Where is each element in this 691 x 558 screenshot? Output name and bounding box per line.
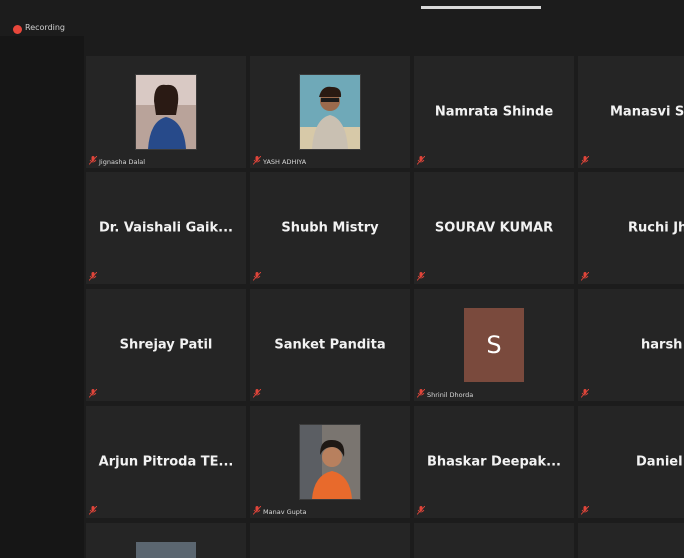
muted-mic-icon <box>89 272 97 281</box>
participant-name: Dr. Vaishali Gaik... <box>99 220 233 236</box>
muted-mic-icon <box>581 156 589 165</box>
muted-mic-icon <box>253 156 261 165</box>
participant-tile-yash-adhiya[interactable]: YASH ADHIYA <box>250 56 410 168</box>
participant-tile-jignasha-dalal[interactable]: Jignasha Dalal <box>86 56 246 168</box>
participant-tile[interactable]: Arjun Pitroda TE... <box>86 406 246 518</box>
muted-mic-icon <box>417 272 425 281</box>
participant-tile[interactable]: Sanket Pandita <box>250 289 410 401</box>
recording-icon <box>13 25 22 34</box>
participant-tile[interactable]: Namrata Shinde <box>414 56 574 168</box>
meeting-window: Recording Jignasha Dalal YASH ADHIYA Nam… <box>0 0 684 558</box>
muted-mic-icon <box>581 389 589 398</box>
participant-tile-shrinil-dhorda[interactable]: S Shrinil Dhorda <box>414 289 574 401</box>
participant-tile[interactable]: Shubh Mistry <box>250 172 410 284</box>
muted-mic-icon <box>253 389 261 398</box>
muted-mic-icon <box>89 156 97 165</box>
participant-name: Sanket Pandita <box>274 337 386 353</box>
participant-video-manav <box>299 424 361 500</box>
participant-name: Shrejay Patil <box>119 337 213 353</box>
muted-mic-icon <box>417 156 425 165</box>
muted-mic-icon <box>89 506 97 515</box>
participant-video-jignasha <box>135 74 197 150</box>
participant-video <box>136 542 196 558</box>
participant-label: Jignasha Dalal <box>99 158 146 166</box>
participant-tile-manav-gupta[interactable]: Manav Gupta <box>250 406 410 518</box>
participant-name: Daniel <box>636 454 683 470</box>
participant-name: SOURAV KUMAR <box>434 220 554 236</box>
participant-label: Shrinil Dhorda <box>427 391 474 399</box>
participant-name: Bhaskar Deepak... <box>427 454 561 470</box>
avatar: S <box>464 308 524 382</box>
participant-tile[interactable]: Bhaskar Deepak... <box>414 406 574 518</box>
participant-tile[interactable]: Ruchi Jha <box>578 172 684 284</box>
recording-label: Recording <box>25 23 66 32</box>
participant-tile[interactable]: Dr. Vaishali Gaik... <box>86 172 246 284</box>
participant-name: Manasvi Sab <box>610 104 684 120</box>
participant-name: harsh <box>641 337 683 353</box>
participant-tile[interactable]: Manasvi Sab <box>578 56 684 168</box>
muted-mic-icon <box>253 506 261 515</box>
participant-name: Arjun Pitroda TE... <box>98 454 234 470</box>
participant-tile[interactable]: Shrejay Patil <box>86 289 246 401</box>
muted-mic-icon <box>253 272 261 281</box>
participant-label: YASH ADHIYA <box>263 158 307 166</box>
participant-label: Manav Gupta <box>263 508 307 516</box>
participant-tile[interactable] <box>86 523 246 558</box>
participant-name: Namrata Shinde <box>434 104 554 120</box>
muted-mic-icon <box>581 272 589 281</box>
participant-name: Ruchi Jha <box>628 220 684 236</box>
muted-mic-icon <box>89 389 97 398</box>
muted-mic-icon <box>417 389 425 398</box>
participant-name: Shubh Mistry <box>281 220 379 236</box>
participant-tile[interactable]: SOURAV KUMAR <box>414 172 574 284</box>
top-bar: Recording <box>0 8 684 36</box>
left-panel <box>0 36 84 558</box>
participant-tile[interactable]: harsh <box>578 289 684 401</box>
participant-tile[interactable] <box>414 523 574 558</box>
muted-mic-icon <box>417 506 425 515</box>
participant-video-yash <box>299 74 361 150</box>
participant-tile[interactable]: Daniel <box>578 406 684 518</box>
participant-tile[interactable] <box>578 523 684 558</box>
muted-mic-icon <box>581 506 589 515</box>
participant-tile[interactable] <box>250 523 410 558</box>
